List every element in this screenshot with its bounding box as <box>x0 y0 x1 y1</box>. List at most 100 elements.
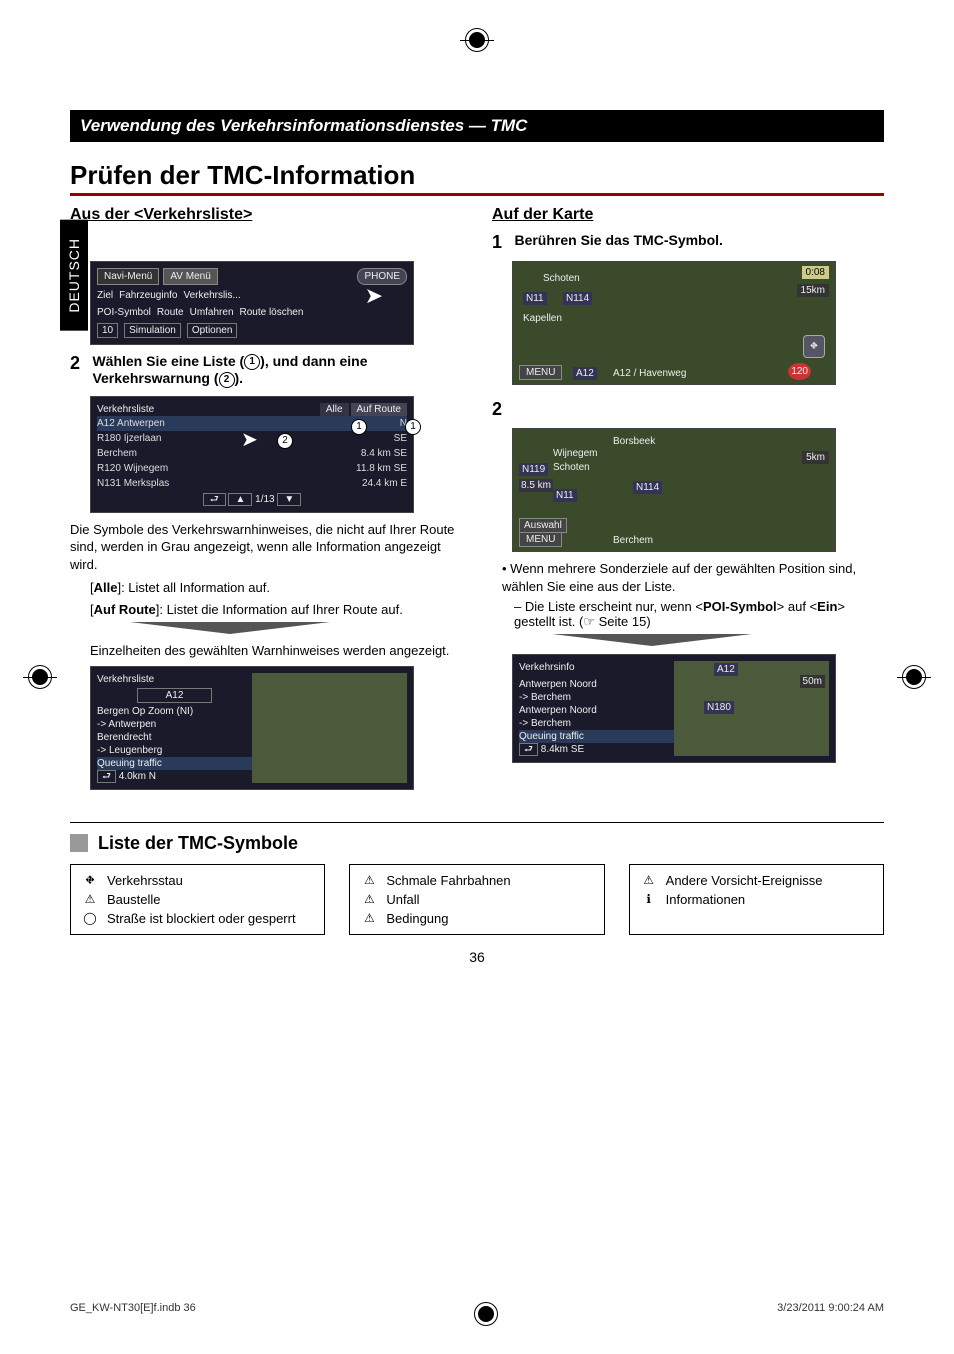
symbol-row: ⚠Andere Vorsicht-Ereignisse <box>640 871 873 890</box>
circled-1-icon: 1 <box>244 354 260 370</box>
cell: 8.4 km <box>361 448 391 459</box>
cell: Ijzerlaan <box>124 433 162 444</box>
nav-bottom[interactable]: 10 <box>97 323 118 338</box>
nav-item[interactable]: POI-Symbol <box>97 306 151 319</box>
symbol-row: ◯ Straße ist blockiert oder gesperrt <box>81 909 314 928</box>
page: DEUTSCH Verwendung des Verkehrsinformati… <box>0 0 954 1354</box>
nav-item[interactable]: Verkehrslis... <box>184 289 241 302</box>
registration-mark-bottom <box>474 1302 498 1326</box>
nav-item[interactable]: Ziel <box>97 289 113 302</box>
step-number: 1 <box>492 232 510 253</box>
map-label: N11 <box>523 292 547 305</box>
callout-1-icon: 1 <box>351 419 367 435</box>
text-part: > auf < <box>777 599 817 614</box>
road-badge: A12 <box>137 688 212 703</box>
map-label: A12 / Havenweg <box>613 367 686 380</box>
text-part: ). <box>235 370 244 386</box>
text-part: Die Liste erscheint nur, wenn < <box>525 599 703 614</box>
map-label: A12 <box>714 663 738 676</box>
accident-icon: ⚠ <box>360 892 378 906</box>
footer-right: 3/23/2011 9:00:24 AM <box>777 1302 884 1326</box>
symbols-title: Liste der TMC-Symbole <box>98 833 298 854</box>
narrow-lanes-icon: ⚠ <box>360 873 378 887</box>
map-label: N114 <box>633 481 662 494</box>
symbols-col-1: ⛖Verkehrsstau ⚠Baustelle ◯Straße ist blo… <box>70 864 325 935</box>
tmc-button[interactable]: ⛖ <box>803 335 825 358</box>
table-row[interactable]: R120 Wijnegem 11.8 km SE <box>97 461 407 476</box>
map-thumbnail: A12 N180 50m <box>674 661 829 756</box>
cell: SE <box>394 448 407 459</box>
left-column: Aus der <Verkehrsliste> 1 Navi-Menü AV M… <box>70 200 462 798</box>
panel-title: Verkehrsliste <box>97 673 252 686</box>
nav-tab[interactable]: AV Menü <box>163 268 217 285</box>
back-button[interactable]: ⮐ <box>97 770 116 783</box>
cell: 24.4 km <box>362 478 398 489</box>
auswahl-button[interactable]: Auswahl <box>519 518 567 533</box>
symbol-row: ℹInformationen <box>640 890 873 909</box>
left-step-1: 1 <box>70 232 462 253</box>
detail-line: Berendrecht <box>97 731 252 744</box>
caution-icon: ⚠ <box>640 873 658 887</box>
bold-part: Ein <box>817 599 837 614</box>
table-row[interactable]: N131 Merksplas 24.4 km E <box>97 476 407 491</box>
nav-item[interactable]: Route <box>157 306 184 319</box>
option-auf-route: [Auf Route]: Listet die Information auf … <box>90 601 462 619</box>
cell: Merksplas <box>124 478 170 489</box>
dash-note: Die Liste erscheint nur, wenn <POI-Symbo… <box>514 599 884 630</box>
section-header: Verwendung des Verkehrsinformationsdiens… <box>70 110 884 142</box>
symbol-label: Verkehrsstau <box>107 873 183 888</box>
detail-line: Bergen Op Zoom (NI) <box>97 705 252 718</box>
info-line: -> Berchem <box>519 691 674 704</box>
dist: 4.0km <box>119 771 146 782</box>
map-label: N180 <box>704 701 734 714</box>
label: Auf Route <box>94 602 156 617</box>
cell: SE <box>394 432 407 445</box>
cell: R120 <box>97 463 121 474</box>
list-tab-auf-route[interactable]: Auf Route <box>351 403 407 416</box>
dist: 8.4km <box>541 744 568 755</box>
info-line: -> Berchem <box>519 717 674 730</box>
pager-up[interactable]: ▲ <box>228 493 252 506</box>
condition-icon: ⚠ <box>360 911 378 925</box>
right-step-1: 1 Berühren Sie das TMC-Symbol. <box>492 232 884 253</box>
status-line: Queuing traffic <box>519 730 674 743</box>
print-footer: GE_KW-NT30[E]f.indb 36 3/23/2011 9:00:24… <box>70 1302 884 1326</box>
dir: N <box>149 771 156 782</box>
nav-item[interactable]: Fahrzeuginfo <box>119 289 177 302</box>
blocked-road-icon: ◯ <box>81 911 99 925</box>
traffic-jam-icon: ⛖ <box>81 873 99 887</box>
symbol-label: Unfall <box>386 892 419 907</box>
nav-bottom[interactable]: Simulation <box>124 323 181 338</box>
symbol-row: ⛖ Verkehrsstau <box>81 871 314 890</box>
cell: Antwerpen <box>117 418 165 429</box>
symbol-row: ⚠ Bedingung <box>360 909 593 928</box>
label: Alle <box>94 580 118 595</box>
nav-tab[interactable]: Navi-Menü <box>97 268 159 285</box>
nav-item[interactable]: Route löschen <box>240 306 304 319</box>
nav-item[interactable]: Umfahren <box>190 306 234 319</box>
desc: ]: Listet die Information auf Ihrer Rout… <box>156 602 403 617</box>
symbol-label: Bedingung <box>386 911 448 926</box>
symbol-label: Schmale Fahrbahnen <box>386 873 510 888</box>
footer-left: GE_KW-NT30[E]f.indb 36 <box>70 1302 196 1326</box>
symbol-label: Straße ist blockiert oder gesperrt <box>107 911 296 926</box>
flow-arrow-icon <box>552 634 752 646</box>
back-button[interactable]: ⮐ <box>519 743 538 756</box>
scale-badge: 50m <box>800 675 825 688</box>
list-tab-alle[interactable]: Alle <box>320 403 349 416</box>
back-button[interactable]: ⮐ <box>203 493 226 506</box>
callout-1-icon: 1 <box>405 419 421 435</box>
nav-bottom[interactable]: Optionen <box>187 323 238 338</box>
verkehrsliste-screenshot: Verkehrsliste Alle Auf Route A12 Antwerp… <box>90 396 414 513</box>
text-part: Wählen Sie eine Liste ( <box>92 353 244 369</box>
menu-button[interactable]: MENU <box>519 532 562 547</box>
panel-title: Verkehrsinfo <box>519 661 674 674</box>
pager-down[interactable]: ▼ <box>277 493 301 506</box>
step-number: 2 <box>492 399 510 420</box>
flow-arrow-icon <box>130 622 330 634</box>
left-step-2: 2 Wählen Sie eine Liste (1), und dann ei… <box>70 353 462 388</box>
info-line: Antwerpen Noord <box>519 704 674 717</box>
map-screenshot-1: 0:08 15km Schoten N11 N114 Kapellen MENU… <box>512 261 836 385</box>
page-number: 36 <box>70 949 884 965</box>
menu-button[interactable]: MENU <box>519 365 562 380</box>
